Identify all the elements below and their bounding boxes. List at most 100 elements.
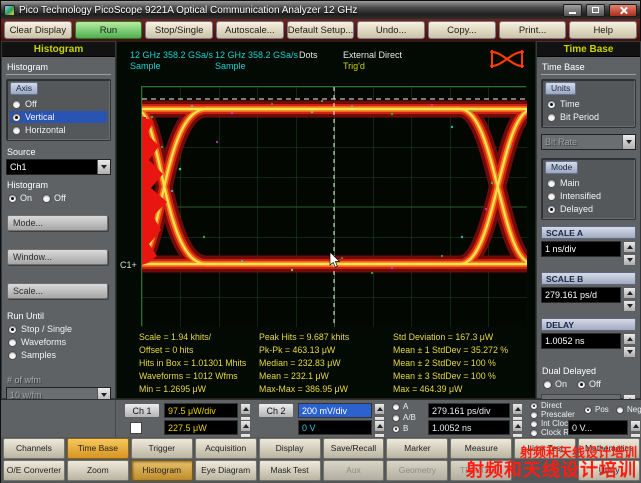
spin-up-button[interactable] bbox=[374, 403, 385, 415]
menu-mathematics[interactable]: Mathematics bbox=[578, 438, 640, 459]
spin-up-button[interactable] bbox=[630, 420, 641, 432]
axis-off-radio[interactable]: Off bbox=[10, 98, 107, 110]
maximize-button[interactable] bbox=[586, 4, 605, 17]
copy-button[interactable]: Copy... bbox=[428, 21, 496, 39]
help-button[interactable]: Help bbox=[569, 21, 637, 39]
menu-time-base[interactable]: Time Base bbox=[67, 438, 129, 459]
menu-histogram[interactable]: Histogram bbox=[131, 460, 193, 481]
source-value: Ch1 bbox=[7, 160, 97, 174]
run-until-waveforms-radio[interactable]: Waveforms bbox=[6, 336, 111, 348]
menu-measure[interactable]: Measure bbox=[450, 438, 512, 459]
radio-icon bbox=[392, 425, 400, 433]
ab-a-radio[interactable]: A bbox=[392, 402, 408, 411]
run-button[interactable]: Run bbox=[75, 21, 143, 39]
histogram-off-radio[interactable]: Off bbox=[42, 193, 66, 203]
slope-pos-radio[interactable]: Pos bbox=[584, 405, 609, 414]
delay-field[interactable]: 1.0052 ns bbox=[541, 333, 621, 349]
radio-icon bbox=[547, 100, 556, 109]
bit-rate-select[interactable]: Bit Rate bbox=[541, 134, 636, 150]
trigger-int-clock-radio[interactable]: Int Clock bbox=[530, 419, 572, 428]
spin-up-button[interactable] bbox=[623, 333, 636, 345]
triangle-up-icon bbox=[633, 421, 639, 428]
ab-b-radio[interactable]: B bbox=[392, 424, 408, 433]
measurement-cell: Hits in Box = 1.01301 Mhits bbox=[139, 357, 259, 370]
scale-b-field[interactable]: 279.161 ps/d bbox=[541, 287, 621, 303]
slope-neg-radio[interactable]: Neg bbox=[616, 405, 641, 414]
axis-off-label: Off bbox=[25, 99, 37, 109]
ch2-scale-field[interactable]: 200 mV/div bbox=[298, 403, 372, 418]
spin-down-button[interactable] bbox=[623, 300, 636, 312]
menu-utility[interactable]: Utility bbox=[578, 460, 640, 481]
autoscale-button[interactable]: Autoscale... bbox=[216, 21, 284, 39]
menu-oe-converter[interactable]: O/E Converter bbox=[3, 460, 65, 481]
spin-down-button[interactable] bbox=[623, 254, 636, 266]
menu-limit-test[interactable]: Limit Test bbox=[514, 438, 576, 459]
dropdown-button[interactable] bbox=[622, 135, 635, 149]
dual-delayed-on-radio[interactable]: On bbox=[543, 379, 567, 389]
mode-main-radio[interactable]: Main bbox=[545, 177, 632, 189]
measurement-cell: Max-Max = 386.95 μW bbox=[259, 383, 393, 396]
ch1-scale-spinner bbox=[240, 403, 251, 418]
scale-b-label: SCALE B bbox=[541, 272, 636, 285]
bit-rate-value: Bit Rate bbox=[542, 135, 622, 149]
run-until-stop-single-radio[interactable]: Stop / Single bbox=[6, 323, 111, 335]
trigger-level-field[interactable]: 0 V... bbox=[568, 420, 628, 435]
scale-button[interactable]: Scale... bbox=[7, 283, 108, 299]
print-button[interactable]: Print... bbox=[499, 21, 567, 39]
triangle-up-icon bbox=[627, 288, 633, 295]
spin-up-button[interactable] bbox=[374, 420, 385, 432]
spin-up-button[interactable] bbox=[240, 420, 251, 432]
run-until-samples-radio[interactable]: Samples bbox=[6, 349, 111, 361]
mode-button[interactable]: Mode... bbox=[7, 215, 108, 231]
timebase-scale-field[interactable]: 279.161 ps/div bbox=[428, 403, 510, 418]
close-button[interactable] bbox=[609, 4, 637, 17]
ab-a-label: A bbox=[403, 402, 408, 411]
dual-delayed-off-radio[interactable]: Off bbox=[577, 379, 601, 389]
mode-intensified-radio[interactable]: Intensified bbox=[545, 190, 632, 202]
ch1-button[interactable]: Ch 1 bbox=[124, 403, 160, 418]
timebase-delay-field[interactable]: 1.0052 ns bbox=[428, 420, 510, 435]
measurement-cell: Std Deviation = 167.3 μW bbox=[393, 331, 535, 344]
source-select[interactable]: Ch1 bbox=[6, 159, 111, 175]
timebase-menu-label: Time Base bbox=[541, 60, 636, 75]
window-button[interactable]: Window... bbox=[7, 249, 108, 265]
spin-up-button[interactable] bbox=[512, 420, 523, 432]
menu-save-recall[interactable]: Save/Recall bbox=[323, 438, 385, 459]
menu-acquisition[interactable]: Acquisition bbox=[195, 438, 257, 459]
ch1-scale-field[interactable]: 97.5 μW/div bbox=[164, 403, 238, 418]
axis-vertical-radio[interactable]: Vertical bbox=[10, 111, 107, 123]
undo-button[interactable]: Undo... bbox=[357, 21, 425, 39]
axis-horizontal-radio[interactable]: Horizontal bbox=[10, 124, 107, 136]
trigger-prescaler-radio[interactable]: Prescaler bbox=[530, 410, 575, 419]
menu-marker[interactable]: Marker bbox=[386, 438, 448, 459]
spin-up-button[interactable] bbox=[512, 403, 523, 415]
ab-aoverb-radio[interactable]: A/B bbox=[392, 413, 416, 422]
spin-up-button[interactable] bbox=[240, 403, 251, 415]
menu-eye-diagram[interactable]: Eye Diagram bbox=[195, 460, 257, 481]
ch2-button[interactable]: Ch 2 bbox=[258, 403, 294, 418]
scale-a-field[interactable]: 1 ns/div bbox=[541, 241, 621, 257]
minimize-button[interactable] bbox=[563, 4, 582, 17]
menu-zoom[interactable]: Zoom bbox=[67, 460, 129, 481]
units-bit-period-radio[interactable]: Bit Period bbox=[545, 111, 632, 123]
ch1-offset-field[interactable]: 227.5 μW bbox=[164, 420, 238, 435]
ch2-offset-field[interactable]: 0 V bbox=[298, 420, 372, 435]
ch1-acquisition-info: 12 GHz 358.2 GSa/s Sample bbox=[130, 50, 213, 72]
clear-display-button[interactable]: Clear Display bbox=[4, 21, 72, 39]
spin-down-button[interactable] bbox=[623, 346, 636, 358]
stop-single-button[interactable]: Stop/Single bbox=[145, 21, 213, 39]
title-bar: Pico Technology PicoScope 9221A Optical … bbox=[1, 1, 640, 19]
spin-up-button[interactable] bbox=[623, 287, 636, 299]
menu-trigger[interactable]: Trigger bbox=[131, 438, 193, 459]
menu-display[interactable]: Display bbox=[259, 438, 321, 459]
trigger-direct-radio[interactable]: Direct bbox=[530, 401, 562, 410]
menu-channels[interactable]: Channels bbox=[3, 438, 65, 459]
dropdown-button[interactable] bbox=[97, 160, 110, 174]
menu-mask-test[interactable]: Mask Test bbox=[259, 460, 321, 481]
histogram-on-radio[interactable]: On bbox=[8, 193, 32, 203]
mode-delayed-radio[interactable]: Delayed bbox=[545, 203, 632, 215]
units-time-radio[interactable]: Time bbox=[545, 98, 632, 110]
spin-up-button[interactable] bbox=[623, 241, 636, 253]
radio-icon bbox=[8, 351, 17, 360]
default-setup-button[interactable]: Default Setup... bbox=[287, 21, 355, 39]
